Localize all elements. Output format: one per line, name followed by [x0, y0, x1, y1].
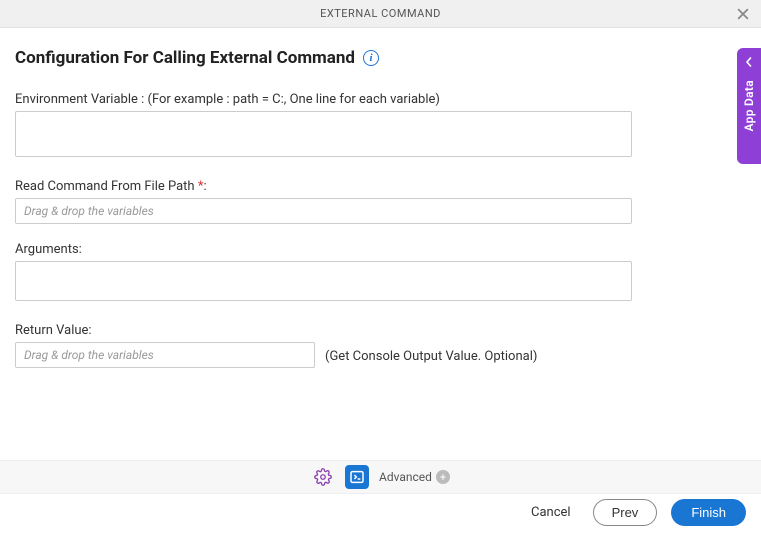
return-row: (Get Console Output Value. Optional): [15, 342, 746, 368]
return-hint: (Get Console Output Value. Optional): [325, 349, 537, 368]
advanced-label: Advanced: [379, 470, 432, 484]
terminal-icon[interactable]: [345, 465, 369, 489]
content-area: Configuration For Calling External Comma…: [0, 28, 761, 368]
return-input[interactable]: [15, 342, 315, 368]
close-icon[interactable]: [733, 4, 753, 24]
field-filepath: Read Command From File Path *:: [15, 179, 746, 224]
finish-button[interactable]: Finish: [671, 499, 746, 526]
modal-header: EXTERNAL COMMAND: [0, 0, 761, 28]
arguments-label: Arguments:: [15, 242, 746, 257]
app-data-panel-tab[interactable]: App Data: [737, 48, 761, 164]
cancel-button[interactable]: Cancel: [523, 499, 579, 526]
footer-buttons: Cancel Prev Finish: [523, 499, 746, 526]
modal-title: EXTERNAL COMMAND: [320, 7, 441, 20]
filepath-label-text: Read Command From File Path: [15, 179, 198, 194]
plus-icon: +: [436, 470, 450, 484]
arguments-textarea[interactable]: [15, 261, 632, 301]
prev-button[interactable]: Prev: [593, 499, 658, 526]
app-data-label: App Data: [742, 80, 756, 131]
chevron-left-icon: [744, 56, 754, 70]
info-icon[interactable]: i: [363, 50, 379, 66]
title-row: Configuration For Calling External Comma…: [15, 48, 746, 68]
field-return-value: Return Value: (Get Console Output Value.…: [15, 323, 746, 368]
field-arguments: Arguments:: [15, 242, 746, 305]
bottom-toolbar: Advanced +: [0, 460, 761, 494]
page-title: Configuration For Calling External Comma…: [15, 48, 355, 68]
filepath-label: Read Command From File Path *:: [15, 179, 746, 194]
advanced-toggle[interactable]: Advanced +: [379, 470, 450, 484]
env-label: Environment Variable : (For example : pa…: [15, 92, 746, 107]
filepath-colon: :: [203, 179, 206, 194]
filepath-input[interactable]: [15, 198, 632, 224]
return-label: Return Value:: [15, 323, 746, 338]
gear-icon[interactable]: [311, 465, 335, 489]
field-env-variable: Environment Variable : (For example : pa…: [15, 92, 746, 161]
env-textarea[interactable]: [15, 111, 632, 157]
